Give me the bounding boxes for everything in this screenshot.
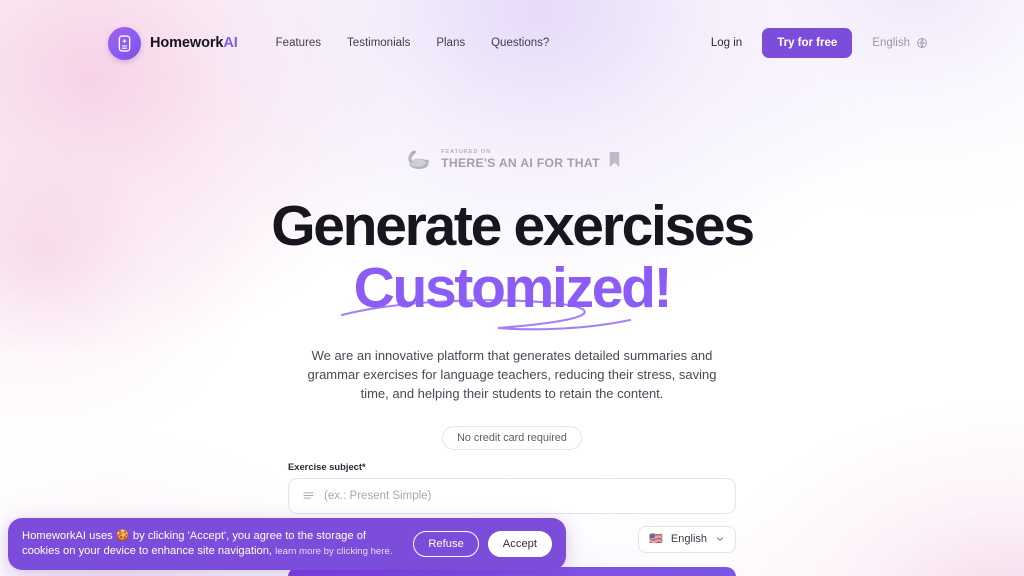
cookie-consent-actions: Refuse Accept xyxy=(413,531,552,558)
book-sparkle-icon xyxy=(108,26,141,60)
cookie-consent-message-line2: device to enhance site navigation, xyxy=(103,545,273,558)
globe-icon xyxy=(916,37,928,49)
output-language-value: English xyxy=(670,533,707,546)
us-flag-icon: 🇺🇸 xyxy=(649,532,663,545)
no-credit-card-pill: No credit card required xyxy=(442,425,582,450)
bookmark-icon xyxy=(609,151,620,168)
hero-headline-accent-wrap: Customized! xyxy=(340,256,673,331)
exercise-subject-label: Exercise subject* xyxy=(288,460,366,472)
landing-page: HomeworkAI Features Testimonials Plans Q… xyxy=(0,0,1024,576)
brand-name-accent: AI xyxy=(223,35,238,51)
nav-item-plans[interactable]: Plans xyxy=(436,37,465,49)
seal-mascot-icon xyxy=(404,146,432,172)
chevron-down-icon xyxy=(715,534,725,544)
nav-item-features[interactable]: Features xyxy=(276,37,321,49)
brand-logo[interactable]: HomeworkAI xyxy=(108,26,238,60)
hero-headline-line1: Generate exercises xyxy=(271,194,755,258)
language-switcher[interactable]: English xyxy=(872,37,928,49)
nav-item-testimonials[interactable]: Testimonials xyxy=(347,37,410,49)
primary-nav: Features Testimonials Plans Questions? xyxy=(276,37,550,49)
try-for-free-button[interactable]: Try for free xyxy=(762,28,853,58)
site-header: HomeworkAI Features Testimonials Plans Q… xyxy=(0,0,1024,86)
hero-headline-line2: Customized! xyxy=(353,256,673,320)
cookie-consent-banner: HomeworkAI uses 🍪 by clicking 'Accept', … xyxy=(8,518,566,570)
exercise-subject-field[interactable] xyxy=(288,477,736,514)
featured-on-text: FEATURED ON THERE'S AN AI FOR THAT xyxy=(441,149,600,170)
hero-section: FEATURED ON THERE'S AN AI FOR THAT Gener… xyxy=(0,86,1024,576)
output-language-select[interactable]: 🇺🇸 English xyxy=(638,525,736,553)
featured-on-badge[interactable]: FEATURED ON THERE'S AN AI FOR THAT xyxy=(404,146,620,172)
list-lines-icon xyxy=(302,489,315,502)
featured-on-eyebrow: FEATURED ON xyxy=(441,148,492,155)
cookie-refuse-button[interactable]: Refuse xyxy=(413,531,479,558)
login-link[interactable]: Log in xyxy=(711,37,742,49)
brand-name: HomeworkAI xyxy=(150,35,238,51)
exercise-subject-input[interactable] xyxy=(324,489,722,502)
hero-subheadline: We are an innovative platform that gener… xyxy=(307,348,717,401)
cookie-learn-more-link[interactable]: learn more by clicking here. xyxy=(275,546,392,557)
header-actions: Log in Try for free English xyxy=(711,28,928,58)
language-switcher-label: English xyxy=(872,37,910,49)
featured-on-title: THERE'S AN AI FOR THAT xyxy=(441,155,600,170)
cookie-consent-message: HomeworkAI uses 🍪 by clicking 'Accept', … xyxy=(22,529,403,559)
cookie-accept-button[interactable]: Accept xyxy=(487,531,552,558)
brand-name-main: Homework xyxy=(150,35,224,51)
nav-item-questions[interactable]: Questions? xyxy=(491,37,549,49)
